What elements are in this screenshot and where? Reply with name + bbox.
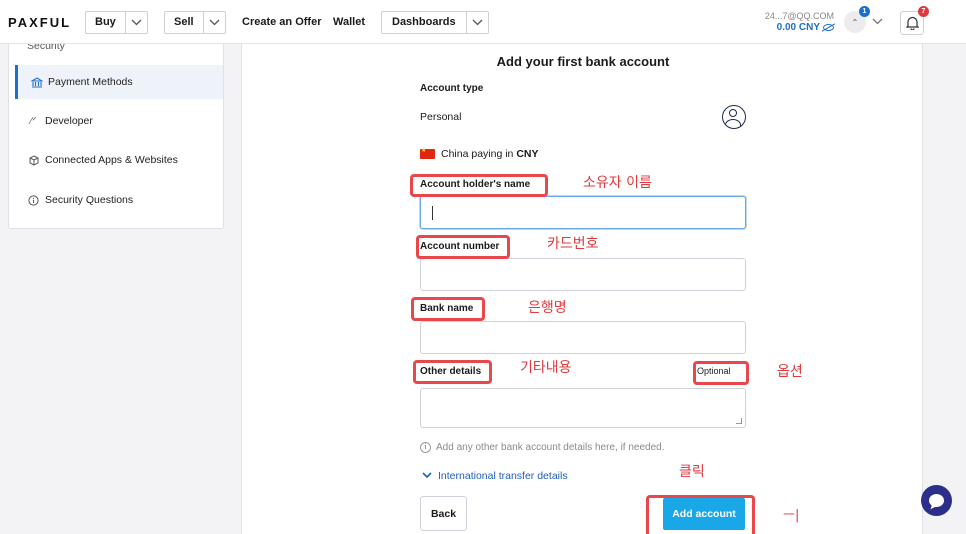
info-icon bbox=[27, 194, 40, 206]
back-button[interactable]: Back bbox=[420, 496, 467, 531]
international-transfer-toggle[interactable]: International transfer details bbox=[422, 470, 568, 482]
code-icon: ⁄ᐟ bbox=[30, 115, 37, 127]
sidebar-item-security[interactable]: Security bbox=[27, 44, 65, 52]
bank-account-form: Add your first bank account Account type… bbox=[241, 44, 923, 534]
account-summary[interactable]: 24...7@QQ.COM 0.00 CNY bbox=[760, 11, 834, 33]
annotation-arrow-text: ㅡ| bbox=[783, 508, 800, 523]
chevron-down-icon[interactable] bbox=[465, 12, 488, 33]
sell-label[interactable]: Sell bbox=[165, 12, 203, 33]
buy-menu[interactable]: Buy bbox=[85, 11, 148, 34]
account-type-label: Account type bbox=[420, 83, 484, 94]
sidebar-item-security-questions[interactable]: Security Questions bbox=[9, 183, 223, 217]
china-flag-icon bbox=[420, 147, 435, 159]
sidebar-item-label: Developer bbox=[45, 115, 93, 127]
notifications-button[interactable]: 7 bbox=[900, 6, 929, 35]
personal-account-icon[interactable] bbox=[722, 105, 746, 129]
sidebar-item-payment-methods[interactable]: Payment Methods bbox=[15, 65, 223, 99]
annotation-box-add bbox=[646, 495, 755, 534]
annotation-other-text: 기타내용 bbox=[520, 360, 572, 376]
chevron-down-icon[interactable] bbox=[202, 12, 225, 33]
international-transfer-link[interactable]: International transfer details bbox=[438, 470, 568, 482]
sidebar-item-label: Connected Apps & Websites bbox=[45, 154, 178, 166]
user-avatar-button[interactable]: ⌃ 1 bbox=[844, 6, 870, 33]
account-email: 24...7@QQ.COM bbox=[764, 11, 834, 21]
bank-icon bbox=[30, 76, 43, 88]
top-navigation-bar: PAXFUL Buy Sell Create an Offer Wallet D… bbox=[0, 0, 966, 44]
country-currency: China paying in CNY bbox=[441, 148, 538, 160]
sidebar-item-label: Security Questions bbox=[45, 194, 134, 206]
info-icon: i bbox=[420, 442, 431, 453]
account-type-value: Personal bbox=[420, 111, 462, 123]
annotation-optional-text: 옵션 bbox=[777, 364, 803, 380]
account-number-input[interactable] bbox=[420, 258, 746, 291]
sell-menu[interactable]: Sell bbox=[164, 11, 226, 34]
wallet-link[interactable]: Wallet bbox=[333, 16, 365, 28]
annotation-bank-text: 은행명 bbox=[528, 300, 567, 316]
page-title: Add your first bank account bbox=[496, 54, 670, 69]
chat-icon bbox=[929, 494, 944, 507]
sidebar-item-developer[interactable]: ⁄ᐟ Developer bbox=[9, 104, 223, 138]
dashboards-label[interactable]: Dashboards bbox=[382, 12, 466, 33]
bank-name-input[interactable] bbox=[420, 321, 746, 354]
bell-icon bbox=[905, 16, 919, 30]
annotation-box-bank bbox=[411, 297, 485, 321]
chat-support-button[interactable] bbox=[921, 485, 952, 516]
user-badge: 1 bbox=[859, 6, 870, 17]
paxful-logo[interactable]: PAXFUL bbox=[8, 15, 71, 30]
other-details-help: i Add any other bank account details here… bbox=[420, 442, 665, 453]
chevron-down-icon[interactable] bbox=[872, 16, 883, 28]
chevron-down-icon bbox=[422, 471, 432, 482]
annotation-box-optional bbox=[693, 361, 749, 385]
annotation-holder-text: 소유자 이름 bbox=[583, 175, 652, 191]
other-details-textarea[interactable] bbox=[420, 388, 746, 428]
annotation-box-other bbox=[413, 360, 492, 384]
cube-icon bbox=[27, 154, 40, 166]
holder-name-input[interactable] bbox=[420, 196, 746, 229]
resize-handle[interactable] bbox=[736, 418, 742, 424]
eye-hidden-icon[interactable] bbox=[823, 23, 834, 31]
dashboards-menu[interactable]: Dashboards bbox=[381, 11, 489, 34]
annotation-number-text: 카드번호 bbox=[547, 236, 599, 252]
chevron-down-icon[interactable] bbox=[124, 12, 147, 33]
settings-sidebar: Security Payment Methods ⁄ᐟ Developer Co… bbox=[8, 44, 224, 229]
help-text: Add any other bank account details here,… bbox=[436, 442, 665, 453]
sidebar-item-label: Payment Methods bbox=[48, 76, 133, 88]
account-balance: 0.00 CNY bbox=[760, 22, 834, 33]
create-offer-link[interactable]: Create an Offer bbox=[242, 16, 321, 28]
country-text: China paying in bbox=[441, 148, 517, 160]
notification-badge: 7 bbox=[918, 6, 929, 17]
text-caret bbox=[432, 206, 433, 220]
balance-value: 0.00 CNY bbox=[776, 22, 820, 33]
currency-code: CNY bbox=[516, 148, 539, 160]
sidebar-item-connected-apps[interactable]: Connected Apps & Websites bbox=[9, 143, 223, 177]
annotation-box-number bbox=[416, 235, 510, 259]
up-arrows-icon: ⌃ bbox=[851, 17, 859, 27]
buy-label[interactable]: Buy bbox=[86, 12, 125, 33]
annotation-click-text: 클릭 bbox=[679, 464, 705, 480]
annotation-box-holder bbox=[410, 174, 548, 197]
